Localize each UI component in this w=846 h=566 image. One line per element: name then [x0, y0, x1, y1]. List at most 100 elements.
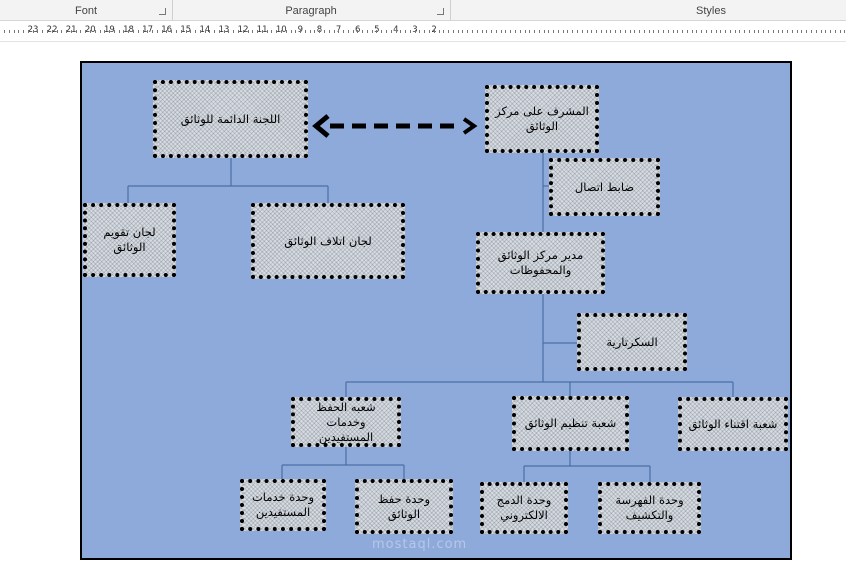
ruler-tick [452, 30, 454, 33]
ruler-tick [777, 30, 779, 33]
ruler-tick [796, 30, 798, 33]
ruler-tick [567, 30, 569, 33]
node-acquisition-section[interactable]: شعبة اقتناء الوثائق [678, 397, 788, 451]
ruler-tick [75, 30, 77, 33]
node-electronic-merge-unit[interactable]: وحدة الدمج الالكتروني [480, 482, 568, 534]
ruler-tick [304, 30, 306, 33]
ruler-tick [132, 30, 134, 33]
ruler-tick [323, 30, 325, 33]
ruler-tick [209, 30, 211, 33]
ruler-tick [553, 30, 555, 33]
ruler-tick [218, 30, 220, 33]
ruler-tick [56, 30, 58, 33]
ruler-tick [782, 30, 784, 33]
ruler-tick [801, 30, 803, 33]
ruler-tick [166, 30, 168, 33]
watermark: mostaql.com [372, 537, 468, 552]
ruler-tick [195, 30, 196, 33]
ruler-tick [309, 30, 311, 33]
ruler-tick [476, 30, 478, 33]
ruler-tick [543, 30, 545, 33]
ruler-tick [113, 30, 115, 33]
ruler-tick [834, 30, 836, 33]
ruler-tick [658, 30, 660, 33]
ruler-tick [261, 30, 263, 33]
ribbon-group-styles[interactable]: Styles [451, 0, 846, 20]
ruler-tick [104, 30, 106, 33]
ribbon-group-paragraph[interactable]: Paragraph [173, 0, 449, 20]
ruler-tick [586, 30, 588, 33]
ruler-tick [572, 30, 574, 33]
ruler-tick [252, 30, 254, 33]
ruler-tick [247, 30, 249, 33]
ruler-tick [639, 30, 641, 33]
node-evaluation-committees[interactable]: لجان تقويم الوثائق [83, 203, 176, 277]
ruler-tick [486, 30, 488, 33]
node-indexing-unit[interactable]: وحدة الفهرسة والتكشيف [598, 482, 701, 534]
ruler-tick [376, 30, 378, 33]
ruler-tick [505, 30, 507, 33]
ruler-tick [343, 30, 344, 33]
paragraph-dialog-launcher-icon[interactable] [437, 8, 444, 15]
ruler-tick [529, 30, 531, 33]
ruler-tick [811, 30, 812, 33]
ruler-tick [844, 30, 846, 33]
ruler-tick [156, 30, 158, 33]
ruler-tick [448, 30, 450, 33]
node-destruction-committees[interactable]: لجان اتلاف الوثائق [251, 203, 405, 279]
ruler-tick [830, 30, 832, 33]
node-liaison-officer[interactable]: ضابط اتصال [549, 158, 660, 216]
node-organization-section[interactable]: شعبة تنظيم الوثائق [512, 396, 629, 451]
ruler-tick [739, 30, 741, 33]
ruler-tick [99, 30, 101, 33]
ruler-tick [32, 30, 34, 33]
ruler-tick [815, 30, 817, 33]
ruler-tick [438, 30, 440, 33]
ruler-tick [276, 30, 278, 33]
node-center-director[interactable]: مدير مركز الوثائق والمحفوظات [476, 232, 605, 294]
ruler-tick [285, 30, 287, 33]
ruler-tick [620, 30, 621, 33]
node-preservation-section[interactable]: شعبه الحفظ وخدمات المستفيدين [291, 397, 401, 447]
node-center-supervisor[interactable]: المشرف على مركز الوثائق [485, 85, 599, 153]
node-secretariat[interactable]: السكرتارية [577, 313, 687, 371]
ruler-tick [266, 30, 268, 33]
ruler-tick [409, 30, 411, 33]
node-permanent-committee[interactable]: اللجنة الدائمة للوثائق [153, 80, 308, 158]
ruler-tick [710, 30, 712, 33]
ruler-tick [371, 30, 373, 33]
ruler-tick [548, 30, 550, 33]
ruler-tick [734, 30, 736, 33]
ruler-tick [495, 30, 497, 33]
ruler-tick [634, 30, 636, 33]
ruler-tick [443, 30, 445, 33]
ruler-tick [142, 30, 144, 33]
ruler-tick [581, 30, 583, 33]
ribbon-group-font[interactable]: Font [0, 0, 172, 20]
ruler-tick [758, 30, 760, 33]
ruler-tick [433, 30, 435, 33]
ruler-tick [596, 30, 598, 33]
ruler-tick [820, 30, 822, 33]
ruler-tick [705, 30, 707, 33]
node-document-preservation-unit[interactable]: وحدة حفظ الوثائق [355, 479, 453, 534]
ruler-tick [352, 30, 354, 33]
ruler-tick [94, 30, 96, 33]
node-beneficiary-services-unit[interactable]: وحدة خدمات المستفيدين [240, 479, 326, 531]
ruler-tick [80, 30, 82, 33]
ruler-tick [791, 30, 793, 33]
ruler-tick [18, 30, 20, 33]
ruler-tick [667, 30, 669, 33]
ruler-tick [682, 30, 683, 33]
ruler-tick [199, 30, 201, 33]
horizontal-ruler[interactable]: 232221201918171615141312111098765432 [0, 21, 846, 42]
ruler-tick [720, 30, 722, 33]
ruler-tick [70, 30, 72, 33]
ruler-tick [27, 30, 29, 33]
ruler-tick [500, 30, 502, 33]
ribbon-group-bar: Font Paragraph Styles [0, 0, 846, 21]
font-dialog-launcher-icon[interactable] [159, 8, 166, 15]
ruler-tick [806, 30, 808, 33]
ruler-tick [390, 30, 392, 33]
ruler-tick [128, 30, 130, 33]
